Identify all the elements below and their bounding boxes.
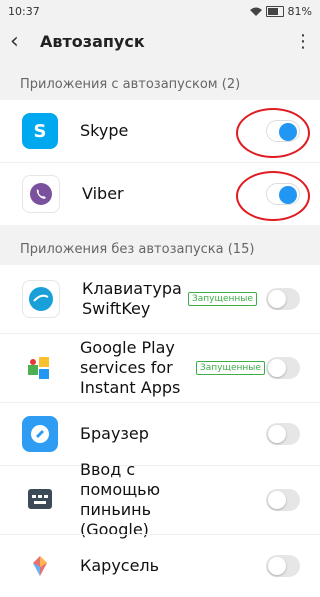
list-item-browser[interactable]: Браузер xyxy=(0,402,320,465)
app-label: Ввод с помощью пиньинь (Google) xyxy=(80,460,161,539)
compass-icon xyxy=(31,425,49,443)
autostart-toggle-carousel[interactable] xyxy=(266,555,300,577)
pinyin-keyboard-icon xyxy=(22,482,58,518)
browser-icon xyxy=(22,416,58,452)
carousel-logo-icon xyxy=(33,556,47,576)
highlight-circle xyxy=(236,171,310,221)
skype-icon: S xyxy=(22,113,58,149)
wifi-icon xyxy=(249,7,262,16)
running-badge: Запущенные xyxy=(188,292,257,306)
toggle-knob xyxy=(268,359,286,377)
battery-percent: 81% xyxy=(287,4,312,18)
list-item-skype[interactable]: S Skype xyxy=(0,100,320,162)
puzzle-icon xyxy=(28,357,49,379)
app-label: Браузер xyxy=(80,424,149,443)
running-badge: Запущенные xyxy=(196,361,265,375)
list-item-google-play-instant[interactable]: Google Play services for Instant Apps За… xyxy=(0,333,320,402)
app-label: Viber xyxy=(82,184,124,203)
page-title: Автозапуск xyxy=(40,31,145,51)
swiftkey-icon xyxy=(22,280,60,318)
toggle-knob xyxy=(268,425,286,443)
battery-icon xyxy=(265,5,284,17)
app-label: Google Play services for Instant Apps xyxy=(80,338,181,397)
section-header-no-autostart: Приложения без автозапуска (15) xyxy=(20,242,255,257)
list-item-viber[interactable]: Viber xyxy=(0,162,320,225)
autostart-toggle-browser[interactable] xyxy=(266,423,300,445)
toggle-knob xyxy=(268,290,286,308)
autostart-list: S Skype Viber xyxy=(0,100,320,225)
section-header-autostart: Приложения с автозапуском (2) xyxy=(20,77,241,92)
app-bar: ‹ Автозапуск ⋮ xyxy=(0,22,320,60)
toggle-knob xyxy=(268,557,286,575)
no-autostart-list: Клавиатура SwiftKey Запущенные Google Pl… xyxy=(0,265,320,597)
app-label: Skype xyxy=(80,121,129,140)
app-label: Карусель xyxy=(80,556,160,575)
highlight-circle xyxy=(236,108,310,158)
viber-icon xyxy=(22,175,60,213)
toggle-knob xyxy=(268,491,286,509)
swiftkey-logo-icon xyxy=(29,287,53,311)
autostart-toggle-google-play[interactable] xyxy=(266,357,300,379)
status-bar: 10:37 81% xyxy=(0,0,320,22)
status-icons: 81% xyxy=(249,4,312,18)
autostart-toggle-pinyin[interactable] xyxy=(266,489,300,511)
back-icon[interactable]: ‹ xyxy=(10,29,32,54)
viber-phone-icon xyxy=(30,183,52,205)
list-item-swiftkey[interactable]: Клавиатура SwiftKey Запущенные xyxy=(0,265,320,333)
list-item-pinyin[interactable]: Ввод с помощью пиньинь (Google) xyxy=(0,460,320,539)
list-item-carousel[interactable]: Карусель xyxy=(0,534,320,597)
carousel-icon xyxy=(22,548,58,584)
autostart-toggle-swiftkey[interactable] xyxy=(266,288,300,310)
keyboard-icon xyxy=(28,489,52,509)
more-menu-icon[interactable]: ⋮ xyxy=(294,31,312,52)
google-play-services-icon xyxy=(22,350,58,386)
app-label: Клавиатура SwiftKey xyxy=(82,279,182,318)
status-time: 10:37 xyxy=(8,4,40,18)
